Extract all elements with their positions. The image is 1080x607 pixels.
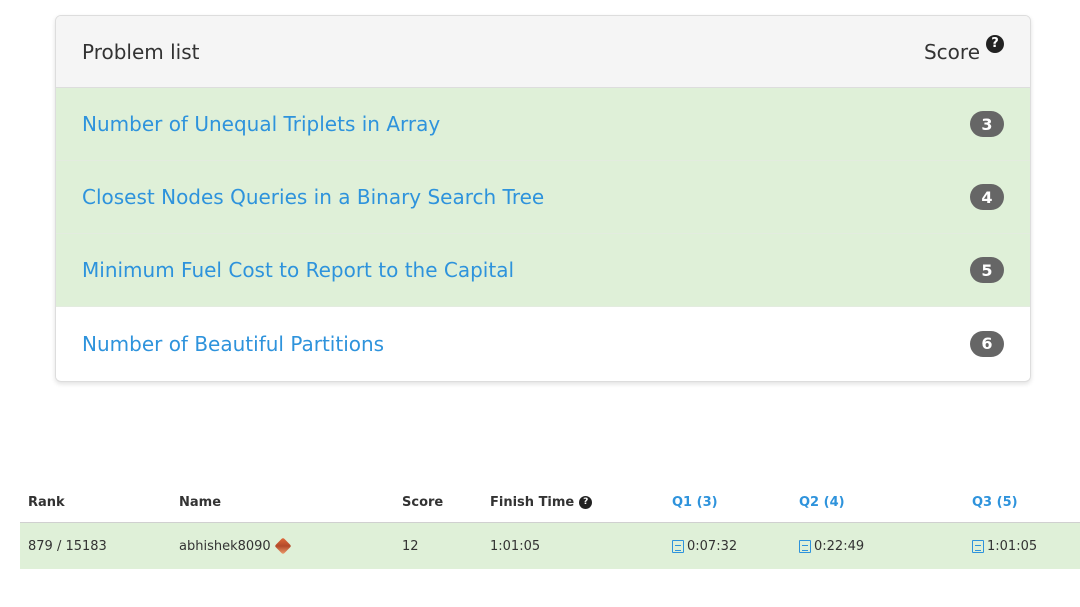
code-file-icon bbox=[672, 539, 684, 553]
ranking-table: Rank Name Score Finish Time ? Q1 (3) Q2 … bbox=[20, 482, 1080, 569]
score-header: Score ? bbox=[923, 34, 1004, 64]
problem-row: Number of Beautiful Partitions 6 bbox=[56, 307, 1030, 380]
score-column-header: Score bbox=[402, 494, 444, 510]
score-header-label: Score bbox=[923, 39, 980, 64]
finish-time-value: 1:01:05 bbox=[490, 538, 541, 554]
q1-time: 0:07:32 bbox=[687, 538, 738, 554]
ranking-header-row: Rank Name Score Finish Time ? Q1 (3) Q2 … bbox=[20, 482, 1080, 522]
problem-list-title: Problem list bbox=[82, 39, 200, 64]
score-badge: 3 bbox=[970, 111, 1004, 137]
score-badge: 6 bbox=[970, 330, 1004, 357]
q3-time: 1:01:05 bbox=[987, 538, 1038, 554]
country-flag-icon bbox=[274, 537, 292, 555]
q2-submission[interactable]: 0:22:49 bbox=[799, 523, 864, 569]
question-circle-icon[interactable]: ? bbox=[579, 495, 593, 509]
problem-link[interactable]: Closest Nodes Queries in a Binary Search… bbox=[82, 185, 544, 209]
problem-link[interactable]: Minimum Fuel Cost to Report to the Capit… bbox=[82, 258, 514, 282]
finish-time-header-label: Finish Time bbox=[490, 494, 575, 510]
table-row: 879 / 15183 abhishek8090 12 1:01:05 0:07… bbox=[20, 522, 1080, 569]
problem-list-header: Problem list Score ? bbox=[56, 16, 1030, 88]
q1-submission[interactable]: 0:07:32 bbox=[672, 523, 737, 569]
q2-header-link[interactable]: Q2 (4) bbox=[799, 482, 845, 522]
q2-time: 0:22:49 bbox=[814, 538, 865, 554]
q3-header-link[interactable]: Q3 (5) bbox=[972, 482, 1018, 522]
problem-row: Number of Unequal Triplets in Array 3 bbox=[56, 88, 1030, 161]
q3-submission[interactable]: 1:01:05 bbox=[972, 523, 1037, 569]
rank-header: Rank bbox=[28, 494, 65, 510]
q1-header-link[interactable]: Q1 (3) bbox=[672, 482, 718, 522]
problem-row: Closest Nodes Queries in a Binary Search… bbox=[56, 161, 1030, 234]
code-file-icon bbox=[799, 539, 811, 553]
problem-list-panel: Problem list Score ? Number of Unequal T… bbox=[55, 15, 1031, 382]
user-name[interactable]: abhishek8090 bbox=[179, 539, 271, 554]
problem-link[interactable]: Number of Unequal Triplets in Array bbox=[82, 112, 440, 136]
rank-value: 879 / 15183 bbox=[28, 538, 107, 554]
code-file-icon bbox=[972, 539, 984, 553]
contest-page: Problem list Score ? Number of Unequal T… bbox=[0, 0, 1080, 607]
score-badge: 5 bbox=[970, 257, 1004, 283]
question-circle-icon[interactable]: ? bbox=[986, 34, 1004, 53]
problem-link[interactable]: Number of Beautiful Partitions bbox=[82, 332, 384, 356]
name-header: Name bbox=[179, 494, 222, 510]
user-name-cell: abhishek8090 bbox=[179, 523, 292, 569]
finish-time-header: Finish Time ? bbox=[490, 482, 593, 522]
score-value: 12 bbox=[402, 538, 419, 554]
problem-row: Minimum Fuel Cost to Report to the Capit… bbox=[56, 234, 1030, 307]
score-badge: 4 bbox=[970, 184, 1004, 210]
